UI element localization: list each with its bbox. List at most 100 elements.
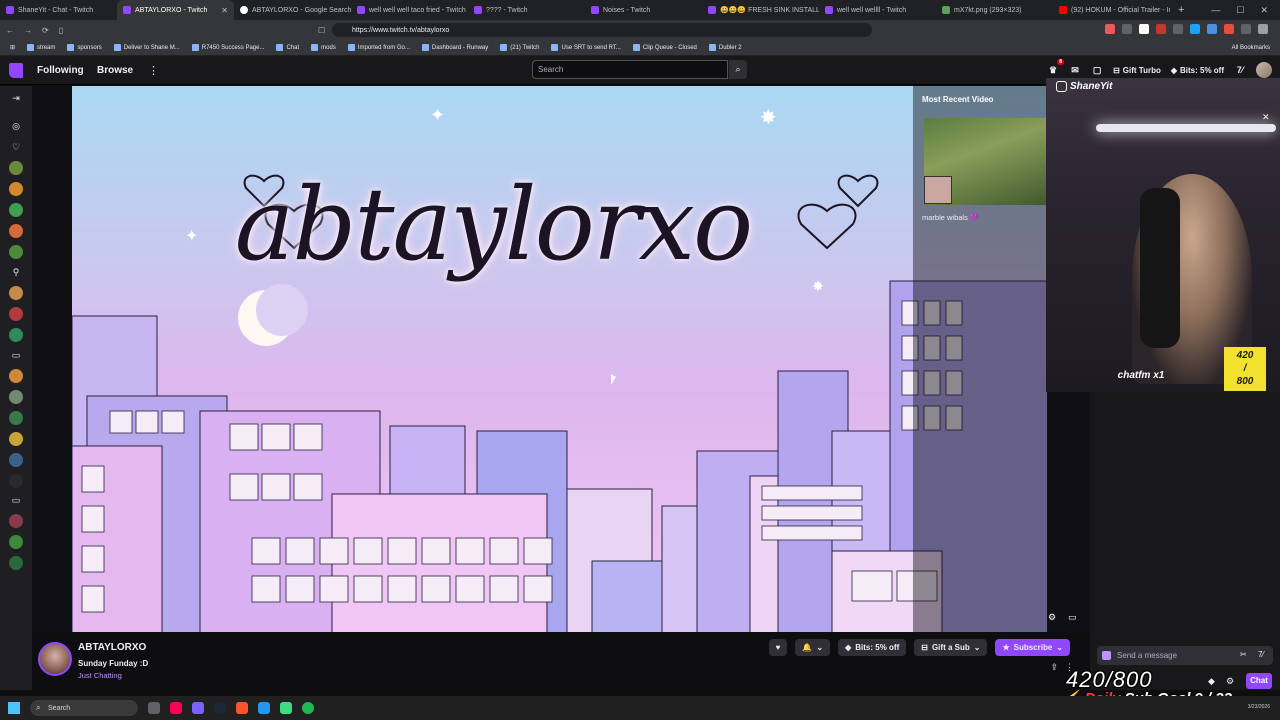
- new-tab-icon[interactable]: +: [1170, 4, 1192, 16]
- extension-icon[interactable]: [1139, 24, 1149, 34]
- gift-turbo-button[interactable]: ⊟ Gift Turbo: [1113, 66, 1161, 75]
- bookmark-item[interactable]: Dashboard - Runway: [421, 44, 488, 51]
- spotify-icon[interactable]: [302, 702, 314, 714]
- channel-avatar[interactable]: [9, 556, 23, 570]
- task-view-icon[interactable]: [148, 702, 160, 714]
- bookmark-item[interactable]: Clip Queue - Closed: [632, 44, 697, 51]
- bookmark-item[interactable]: stream: [27, 44, 55, 51]
- extension-icon[interactable]: [1105, 24, 1115, 34]
- bookmark-item[interactable]: Imported from Go...: [347, 44, 410, 51]
- channel-avatar[interactable]: [9, 514, 23, 528]
- share-icon[interactable]: ⇪: [1050, 662, 1058, 673]
- most-recent-video-panel[interactable]: Most Recent Video marble wibals 💜: [913, 86, 1047, 632]
- followed-channel-avatar[interactable]: [9, 203, 23, 217]
- minimize-icon[interactable]: —: [1211, 5, 1220, 16]
- extension-icon[interactable]: [1156, 24, 1166, 34]
- browser-tab[interactable]: ???? - Twitch: [468, 0, 585, 20]
- bookmark-item[interactable]: sponsors: [67, 44, 102, 51]
- channel-avatar[interactable]: [9, 474, 23, 488]
- twitch-logo-icon[interactable]: [9, 63, 23, 78]
- channel-avatar[interactable]: [9, 535, 23, 549]
- maximize-icon[interactable]: ☐: [1236, 5, 1244, 16]
- steam-icon[interactable]: [214, 702, 226, 714]
- tiktok-icon[interactable]: [170, 702, 182, 714]
- close-icon[interactable]: ✕: [1262, 112, 1270, 123]
- browser-tab[interactable]: 😀😀😀 FRESH SINK INSTALL 😀😀: [702, 0, 819, 20]
- sidebar-toggle-icon[interactable]: ▯: [59, 26, 63, 35]
- seventv-icon[interactable]: 7⁄: [1258, 650, 1264, 659]
- user-avatar[interactable]: [1256, 62, 1272, 78]
- for-you-icon[interactable]: ◎: [10, 120, 22, 132]
- bits-icon[interactable]: ◆: [1208, 676, 1215, 687]
- profile-icon[interactable]: [1258, 24, 1268, 34]
- browser-tab[interactable]: Noises - Twitch: [585, 0, 702, 20]
- back-icon[interactable]: ←: [6, 26, 14, 35]
- bits-button[interactable]: ◆ Bits: 5% off: [838, 639, 907, 656]
- channel-name[interactable]: ABTAYLORXO: [78, 642, 146, 653]
- reload-icon[interactable]: ⟳: [42, 26, 49, 35]
- followed-channel-avatar[interactable]: [9, 161, 23, 175]
- gift-sub-button[interactable]: ⊟ Gift a Sub ⌄: [914, 639, 988, 656]
- channel-points-icon[interactable]: [1102, 651, 1111, 660]
- chat-send-button[interactable]: Chat: [1246, 673, 1272, 689]
- close-tab-icon[interactable]: ✕: [221, 6, 228, 15]
- channel-avatar[interactable]: [9, 390, 23, 404]
- extension-icon[interactable]: [1173, 24, 1183, 34]
- browser-tab[interactable]: ABTAYLORXO - Google Search: [234, 0, 351, 20]
- browser-tab[interactable]: ABTAYLORXO - Twitch ✕: [117, 0, 234, 20]
- follow-heart-button[interactable]: ♥: [768, 639, 788, 656]
- recent-video-name[interactable]: marble wibals 💜: [922, 213, 979, 222]
- browse-link[interactable]: Browse: [97, 65, 133, 76]
- video-player[interactable]: ✦ ✸ ✦ ✸ abtaylorxo Most Recent Video mar…: [32, 86, 1090, 632]
- browser-tab[interactable]: ShaneYit - Chat - Twitch: [0, 0, 117, 20]
- bookmark-item[interactable]: Chat: [276, 44, 299, 51]
- app-icon[interactable]: [280, 702, 292, 714]
- forward-icon[interactable]: →: [24, 26, 32, 35]
- followed-channel-avatar[interactable]: [9, 224, 23, 238]
- brave-icon[interactable]: [236, 702, 248, 714]
- browser-tab[interactable]: well well well taco fried - Twitch: [351, 0, 468, 20]
- emote-picker-icon[interactable]: ✂: [1240, 650, 1247, 659]
- browser-tab[interactable]: mX7kt.png (293×323): [936, 0, 1053, 20]
- recommended-channel-avatar[interactable]: [9, 307, 23, 321]
- chat-settings-icon[interactable]: ⚙: [1226, 676, 1234, 687]
- apps-icon[interactable]: ⊞: [10, 44, 15, 51]
- close-window-icon[interactable]: ✕: [1260, 5, 1268, 16]
- extension-icon[interactable]: [1207, 24, 1217, 34]
- whispers-icon[interactable]: ▢: [1091, 64, 1103, 76]
- notifications-button[interactable]: 🔔 ⌄: [795, 639, 831, 656]
- extension-icon[interactable]: [1190, 24, 1200, 34]
- channel-avatar[interactable]: [9, 453, 23, 467]
- search-button[interactable]: ⌕: [729, 60, 747, 79]
- channel-avatar[interactable]: [9, 411, 23, 425]
- expand-sidebar-icon[interactable]: ⇥: [10, 92, 22, 104]
- crown-icon[interactable]: ♛ 8: [1047, 59, 1065, 76]
- channel-avatar[interactable]: [9, 432, 23, 446]
- taskbar-search[interactable]: ⌕ Search: [30, 700, 138, 716]
- puzzle-icon[interactable]: [1241, 24, 1251, 34]
- bookmark-item[interactable]: (21) Twitch: [500, 44, 539, 51]
- following-link[interactable]: Following: [37, 65, 84, 76]
- bookmark-item[interactable]: Dubler 2: [708, 44, 742, 51]
- turbo-icon[interactable]: 7⁄: [1234, 64, 1246, 76]
- channel-avatar[interactable]: [38, 642, 72, 676]
- inbox-icon[interactable]: ✉: [1069, 64, 1081, 76]
- followed-channel-avatar[interactable]: [9, 182, 23, 196]
- stream-category-link[interactable]: Just Chatting: [78, 671, 122, 680]
- app-icon[interactable]: [258, 702, 270, 714]
- extension-icon[interactable]: [1122, 24, 1132, 34]
- channel-avatar[interactable]: [9, 369, 23, 383]
- browser-tab[interactable]: (92) HOKUM - Official Trailer - In T: [1053, 0, 1170, 20]
- all-bookmarks-button[interactable]: All Bookmarks: [1232, 45, 1280, 51]
- bookmark-item[interactable]: Deliver to Shane M...: [113, 44, 180, 51]
- browser-tab[interactable]: well well wellll - Twitch: [819, 0, 936, 20]
- theatre-mode-icon[interactable]: ▭: [1068, 612, 1077, 623]
- url-field[interactable]: https://www.twitch.tv/abtaylorxo: [332, 23, 872, 37]
- bookmark-item[interactable]: mods: [311, 44, 336, 51]
- extension-icon[interactable]: [1224, 24, 1234, 34]
- get-bits-button[interactable]: ◆ Bits: 5% off: [1171, 66, 1224, 75]
- windows-start-icon[interactable]: [8, 702, 20, 714]
- discord-icon[interactable]: [192, 702, 204, 714]
- more-icon[interactable]: ⋮: [148, 64, 159, 77]
- recommended-channel-avatar[interactable]: [9, 286, 23, 300]
